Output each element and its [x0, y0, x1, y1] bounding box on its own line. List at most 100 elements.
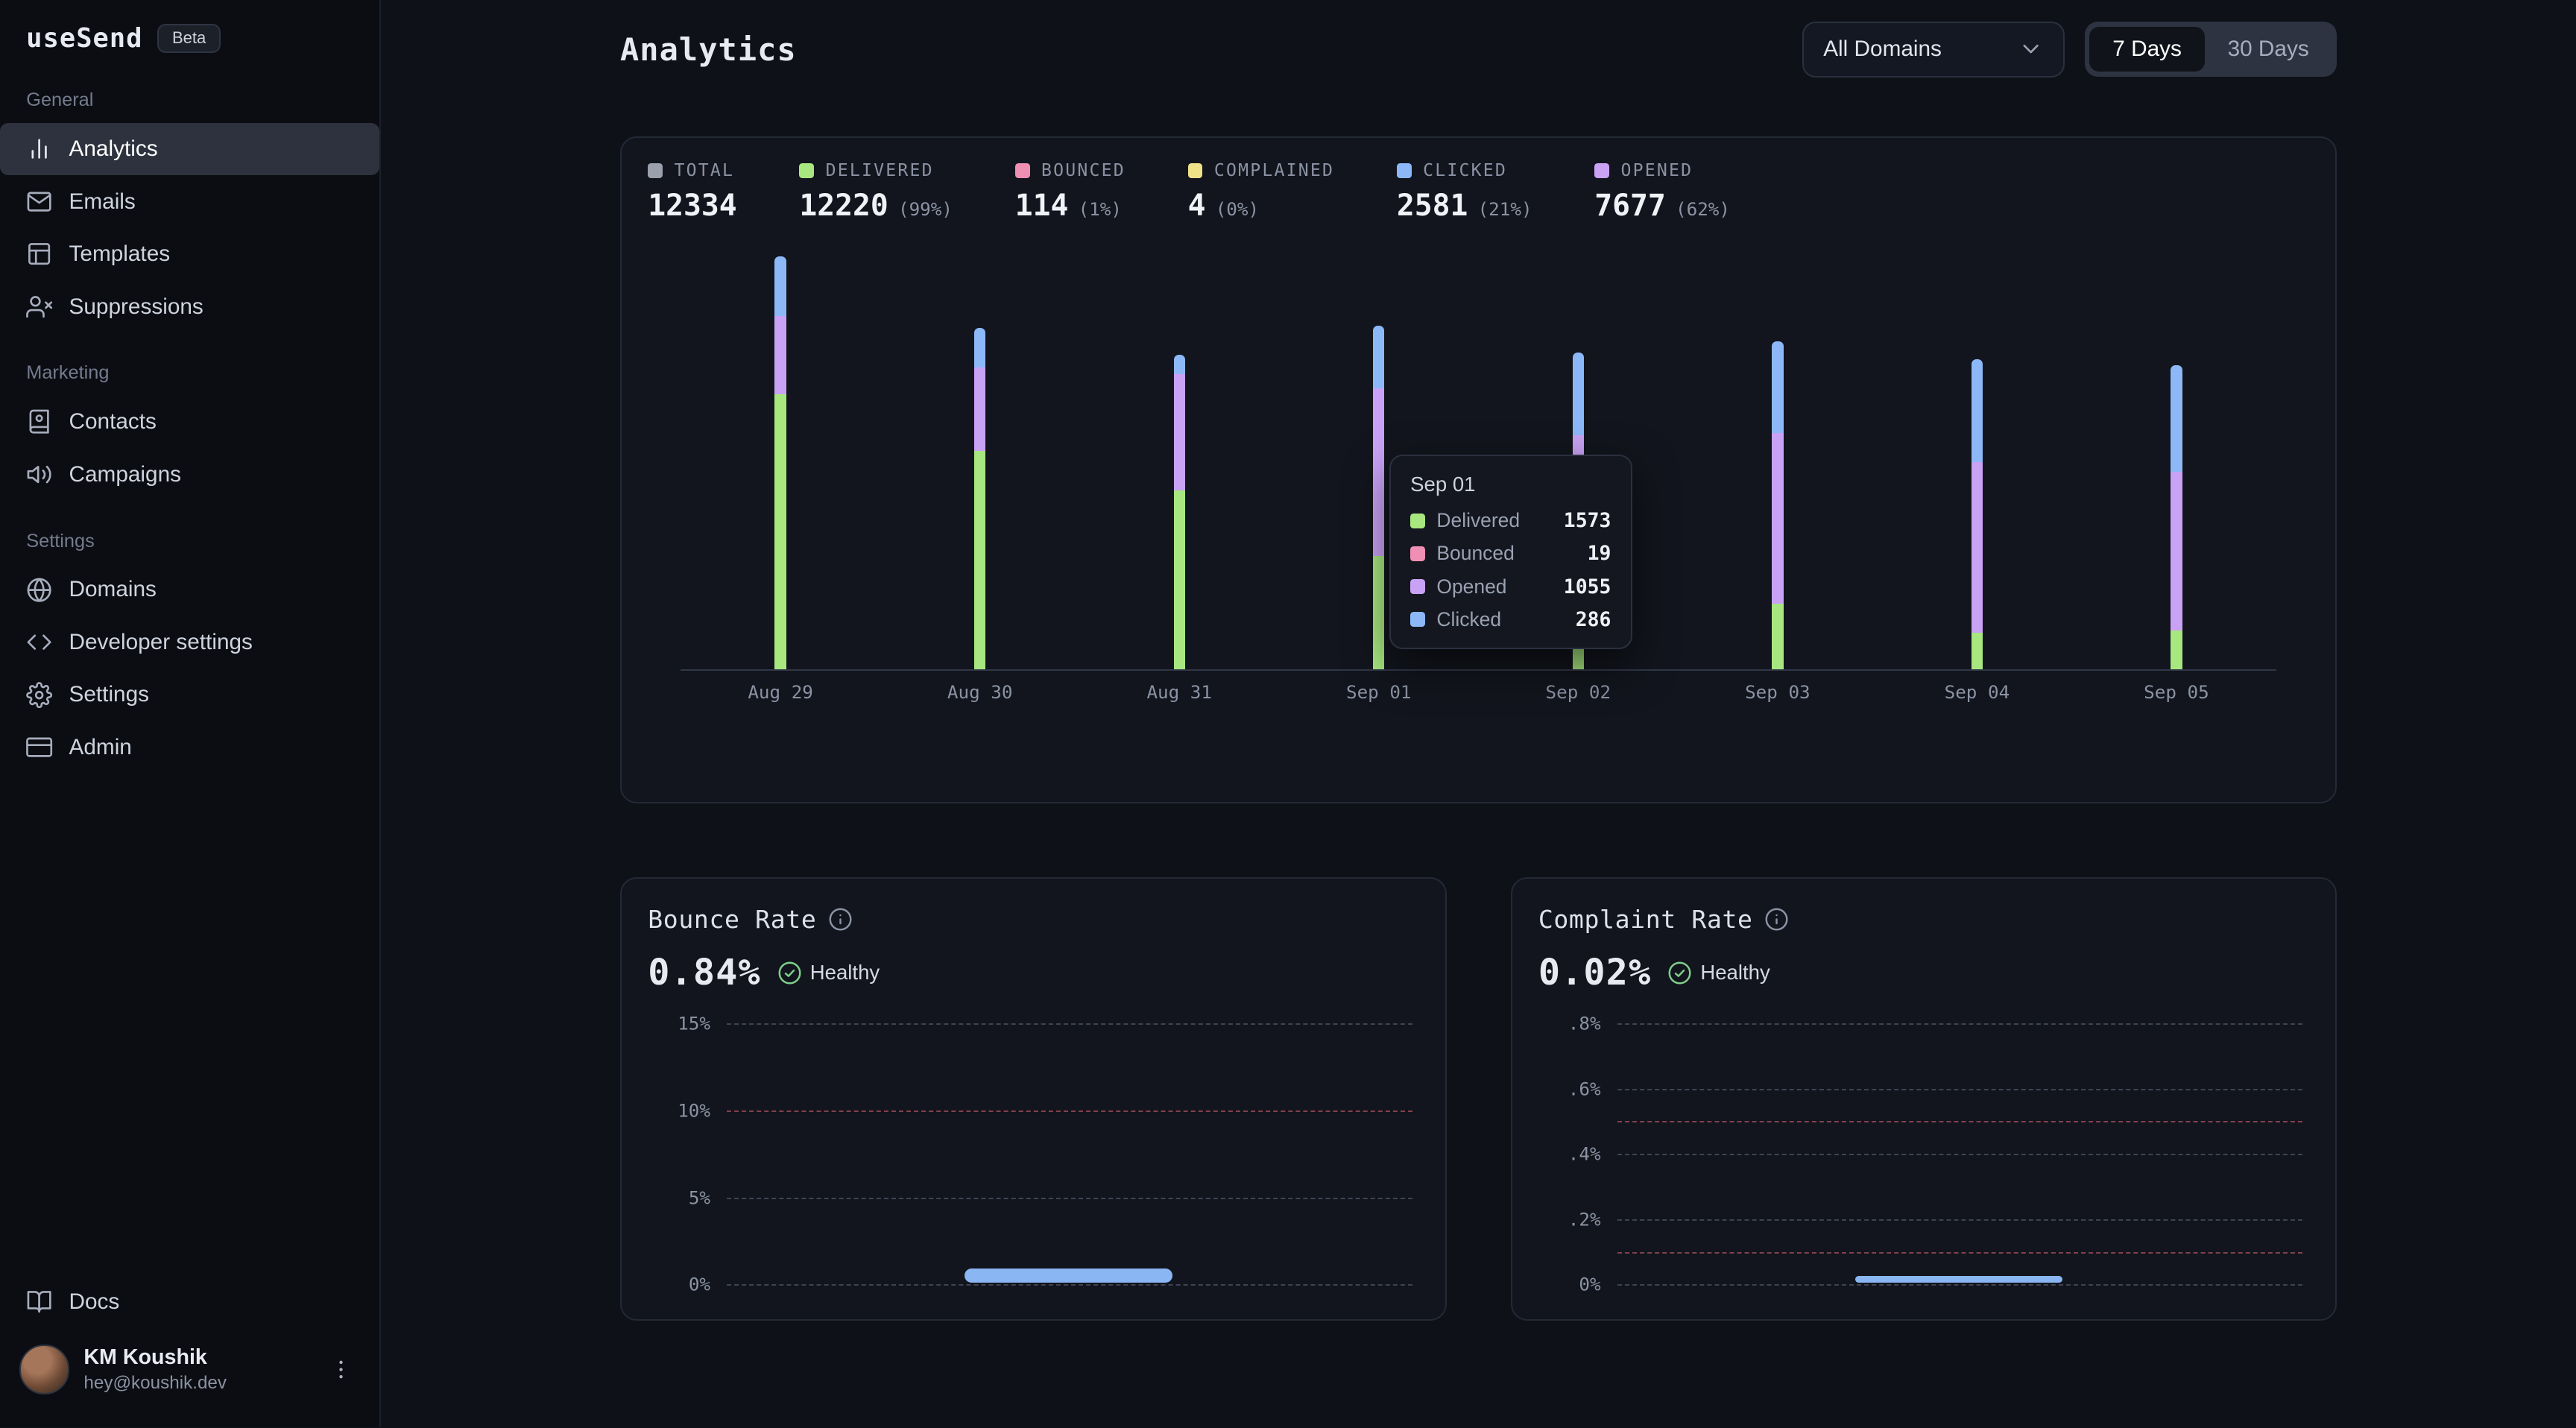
docs-label: Docs — [69, 1289, 120, 1315]
stat-value: 2581 — [1397, 189, 1468, 223]
user-menu[interactable]: KM Koushik hey@koushik.dev — [0, 1328, 379, 1415]
legend-dot-icon — [648, 163, 663, 178]
stat-value-row: 12220(99%) — [799, 189, 953, 223]
bar-segment — [1174, 490, 1185, 670]
bar-sep-05[interactable] — [2171, 365, 2182, 669]
layout-icon — [26, 241, 52, 267]
bar-segment — [974, 367, 985, 451]
more-vertical-icon[interactable] — [322, 1350, 360, 1388]
stat-label: DELIVERED — [826, 161, 934, 180]
bounce-rate-chart: 15%10%5%0% — [648, 1023, 1418, 1284]
tooltip-label: Delivered — [1436, 509, 1552, 532]
sidebar: useSend Beta GeneralAnalyticsEmailsTempl… — [0, 0, 381, 1427]
bar-segment — [1174, 374, 1185, 490]
globe-icon — [26, 577, 52, 603]
complaint-status-label: Healthy — [1700, 961, 1770, 985]
bounce-status-label: Healthy — [810, 961, 880, 985]
domain-filter-select[interactable]: All Domains — [1802, 22, 2065, 78]
sidebar-item-settings[interactable]: Settings — [0, 669, 379, 721]
sidebar-item-templates[interactable]: Templates — [0, 228, 379, 281]
y-axis-label: .2% — [1538, 1208, 1601, 1230]
app-logo: useSend — [26, 23, 142, 54]
megaphone-icon — [26, 461, 52, 487]
rate-plot — [1617, 1023, 2303, 1284]
complaint-rate-value-row: 0.02% Healthy — [1538, 952, 2309, 993]
legend-dot-icon — [1410, 612, 1425, 627]
sidebar-item-campaigns[interactable]: Campaigns — [0, 448, 379, 501]
stat-clicked: CLICKED2581(21%) — [1397, 161, 1532, 223]
complaint-status-badge: Healthy — [1667, 961, 1770, 985]
stat-label: CLICKED — [1423, 161, 1507, 180]
sidebar-item-label: Analytics — [69, 136, 158, 162]
logo-row: useSend Beta — [0, 0, 379, 60]
sidebar-section-title: Marketing — [0, 333, 379, 396]
bar-segment — [974, 451, 985, 670]
sidebar-item-admin[interactable]: Admin — [0, 721, 379, 774]
bar-aug-31[interactable] — [1174, 355, 1185, 670]
range-option-7-days[interactable]: 7 Days — [2089, 27, 2204, 72]
bar-aug-29[interactable] — [774, 256, 786, 669]
topbar: Analytics All Domains 7 Days30 Days — [620, 22, 2337, 78]
sidebar-section-title: Settings — [0, 501, 379, 563]
sidebar-item-contacts[interactable]: Contacts — [0, 396, 379, 449]
x-axis-label: Sep 04 — [1926, 681, 2028, 703]
user-meta: KM Koushik hey@koushik.dev — [83, 1345, 307, 1394]
contacts-icon — [26, 408, 52, 435]
bar-segment — [2171, 472, 2182, 631]
complaint-rate-chart: .8%.6%.4%.2%0% — [1538, 1023, 2309, 1284]
domain-filter-value: All Domains — [1823, 37, 1942, 62]
bar-aug-30[interactable] — [974, 328, 985, 669]
bar-sep-03[interactable] — [1772, 341, 1783, 669]
stat-label-row: BOUNCED — [1015, 161, 1126, 180]
x-axis-label: Aug 31 — [1128, 681, 1231, 703]
beta-badge: Beta — [157, 24, 221, 53]
stat-label: BOUNCED — [1041, 161, 1126, 180]
stat-value: 12220 — [799, 189, 888, 223]
stat-value-row: 7677(62%) — [1594, 189, 1730, 223]
sidebar-item-emails[interactable]: Emails — [0, 175, 379, 228]
sidebar-item-domains[interactable]: Domains — [0, 563, 379, 616]
user-name: KM Koushik — [83, 1345, 307, 1371]
app-root: useSend Beta GeneralAnalyticsEmailsTempl… — [0, 0, 2576, 1427]
volume-chart: Aug 29Aug 30Aug 31Sep 01Sep 02Sep 03Sep … — [681, 256, 2276, 703]
y-axis-label: 10% — [648, 1099, 710, 1121]
bar-sep-01[interactable] — [1373, 326, 1384, 670]
bar-segment — [2171, 365, 2182, 471]
gear-icon — [26, 682, 52, 708]
stat-label-row: COMPLAINED — [1188, 161, 1335, 180]
user-x-icon — [26, 294, 52, 320]
bar-segment — [974, 328, 985, 367]
stat-opened: OPENED7677(62%) — [1594, 161, 1730, 223]
complaint-rate-card: Complaint Rate 0.02% Healthy .8%.6%.4%.2… — [1511, 877, 2337, 1321]
complaint-rate-value: 0.02% — [1538, 952, 1651, 993]
tooltip-label: Clicked — [1436, 608, 1564, 631]
gridline — [727, 1284, 1412, 1286]
info-icon[interactable] — [828, 907, 853, 932]
bar-sep-04[interactable] — [1972, 359, 1983, 670]
y-axis-label: 0% — [648, 1274, 710, 1295]
main-area: Analytics All Domains 7 Days30 Days TOTA… — [381, 0, 2576, 1427]
sidebar-item-docs[interactable]: Docs — [0, 1275, 379, 1328]
sidebar-item-suppressions[interactable]: Suppressions — [0, 280, 379, 333]
tooltip-row: Opened1055 — [1410, 575, 1611, 598]
sidebar-nav: GeneralAnalyticsEmailsTemplatesSuppressi… — [0, 60, 379, 774]
bar-segment — [1972, 462, 1983, 633]
stat-total: TOTAL12334 — [648, 161, 736, 223]
stat-value-row: 114(1%) — [1015, 189, 1126, 223]
gridline — [1617, 1284, 2303, 1286]
tooltip-label: Opened — [1436, 575, 1552, 598]
info-icon[interactable] — [1764, 907, 1789, 932]
topbar-controls: All Domains 7 Days30 Days — [1802, 22, 2337, 78]
stat-value-row: 4(0%) — [1188, 189, 1335, 223]
sidebar-item-developer-settings[interactable]: Developer settings — [0, 616, 379, 669]
bar-segment — [2171, 631, 2182, 669]
sidebar-item-label: Settings — [69, 682, 150, 707]
x-axis-label: Aug 29 — [730, 681, 832, 703]
range-option-30-days[interactable]: 30 Days — [2205, 27, 2332, 72]
bar-segment — [1972, 633, 1983, 670]
stat-label-row: TOTAL — [648, 161, 736, 180]
x-axis-label: Sep 02 — [1527, 681, 1629, 703]
stat-percent: (0%) — [1216, 198, 1259, 220]
rate-value-bar — [1855, 1276, 2063, 1283]
sidebar-item-analytics[interactable]: Analytics — [0, 123, 379, 176]
